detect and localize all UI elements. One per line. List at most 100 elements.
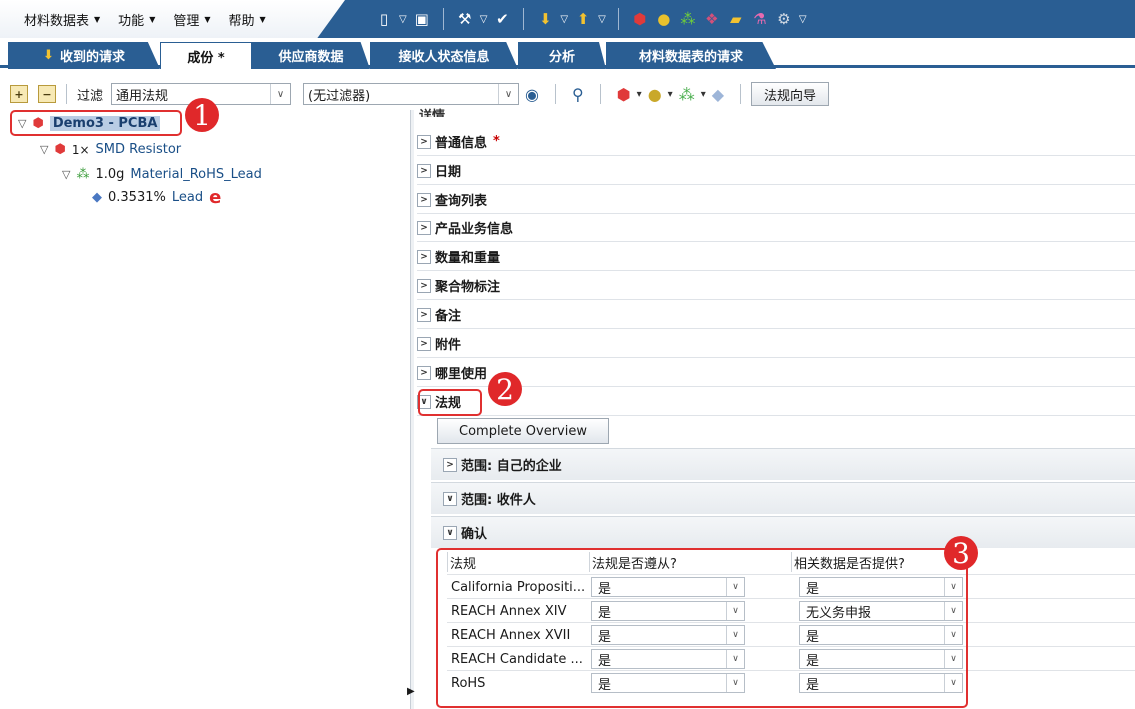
dropdown-icon[interactable]: ▽	[399, 14, 407, 25]
menu-material-data-sheet[interactable]: 材料数据表 ▼	[24, 10, 100, 29]
material-icon: ⁂	[76, 167, 90, 182]
callout-highlight-root	[10, 110, 182, 136]
section-label: 产品业务信息	[435, 222, 514, 237]
section-label: 哪里使用	[435, 367, 488, 382]
subsection-label: 范围: 收件人	[461, 493, 536, 508]
expand-toggle-icon[interactable]: ▽	[62, 168, 70, 181]
section-notes[interactable]: > 备注	[417, 301, 1135, 329]
subsection-label: 范围: 自己的企业	[461, 459, 562, 474]
chevron-right-icon: >	[417, 220, 431, 235]
dropdown-icon[interactable]: ▽	[799, 14, 807, 25]
substance-group-icon[interactable]: ❖	[703, 10, 721, 28]
secondary-filter-select[interactable]: (无过滤器) ∨	[303, 83, 520, 105]
tab-analysis[interactable]: 分析	[518, 42, 606, 69]
tab-label: 收到的请求	[59, 50, 125, 65]
expand-all-icon[interactable]: +	[10, 85, 28, 103]
folder-icon[interactable]: ▰	[727, 10, 745, 28]
section-general-info[interactable]: > 普通信息 *	[417, 128, 1135, 156]
menu-admin[interactable]: 管理 ▼	[173, 10, 210, 29]
tree-node-substance[interactable]: ◆ 0.3531% Lead e	[92, 186, 222, 208]
section-label: 附件	[435, 338, 462, 353]
subsection-confirm[interactable]: ∨ 确认	[431, 516, 1135, 548]
add-substance-icon[interactable]: ◆	[712, 85, 724, 104]
check-document-icon[interactable]: ✔	[493, 10, 511, 28]
pane-splitter[interactable]	[410, 110, 414, 709]
tree-node-component[interactable]: ▽ ⬢ 1× SMD Resistor	[40, 142, 181, 157]
section-product-business[interactable]: > 产品业务信息	[417, 214, 1135, 242]
subsection-own-company[interactable]: > 范围: 自己的企业	[431, 448, 1135, 480]
dropdown-icon[interactable]: ▾	[637, 89, 642, 100]
regulation-wizard-button[interactable]: 法规向导	[751, 82, 830, 106]
add-material-icon[interactable]: ⁂	[679, 85, 695, 104]
filter-toolbar: + − 过滤 通用法规 ∨ (无过滤器) ∨ ◉ ⚲ ⬢ ▾ ● ▾ ⁂ ▾ ◆…	[0, 79, 1135, 109]
section-quantity-weight[interactable]: > 数量和重量	[417, 243, 1135, 271]
separator	[442, 8, 444, 30]
tree-node-label: SMD Resistor	[95, 142, 182, 157]
upload-icon[interactable]: ⬆	[574, 10, 592, 28]
chevron-right-icon: >	[417, 134, 431, 149]
save-icon[interactable]: ▣	[413, 10, 431, 28]
chevron-down-icon: ∨	[498, 84, 518, 104]
callout-highlight-table	[436, 548, 968, 708]
caret-down-icon: ▼	[204, 14, 211, 24]
add-semi-component-icon[interactable]: ●	[648, 85, 662, 104]
complete-overview-button[interactable]: Complete Overview	[437, 418, 609, 444]
component-icon[interactable]: ⬢	[631, 10, 649, 28]
chevron-right-icon: >	[417, 163, 431, 178]
expand-toggle-icon[interactable]: ▽	[40, 143, 48, 156]
search-icon[interactable]: ⚲	[572, 85, 584, 104]
section-where-used[interactable]: > 哪里使用	[417, 359, 1135, 387]
tab-supplier-data[interactable]: 供应商数据	[252, 42, 370, 69]
gear-icon[interactable]: ⚙	[775, 10, 793, 28]
menu-label: 功能	[118, 13, 145, 29]
callout-badge-2: 2	[488, 372, 522, 406]
button-label: 法规向导	[764, 88, 817, 104]
tab-recipient-status[interactable]: 接收人状态信息	[370, 42, 518, 69]
dropdown-icon[interactable]: ▽	[598, 14, 606, 25]
tree-node-label: Lead	[171, 190, 204, 205]
tree-node-label: Material_RoHS_Lead	[130, 167, 262, 182]
tree-node-material[interactable]: ▽ ⁂ 1.0g Material_RoHS_Lead	[62, 167, 262, 182]
dropdown-icon[interactable]: ▽	[560, 14, 568, 25]
semi-component-icon[interactable]: ●	[655, 10, 673, 28]
tab-label: 接收人状态信息	[398, 50, 490, 65]
tab-bar: ⬇ 收到的请求 成份 * 供应商数据 接收人状态信息 分析 材料数据表的请求	[0, 38, 1135, 69]
splitter-arrow-icon[interactable]: ▶	[407, 686, 415, 697]
eye-icon[interactable]: ◉	[525, 85, 539, 104]
subsection-recipient[interactable]: ∨ 范围: 收件人	[431, 482, 1135, 514]
section-attachments[interactable]: > 附件	[417, 330, 1135, 358]
section-dates[interactable]: > 日期	[417, 157, 1135, 185]
quantity: 0.3531%	[108, 190, 166, 205]
menu-functions[interactable]: 功能 ▼	[118, 10, 155, 29]
chevron-right-icon: >	[443, 457, 457, 472]
download-icon[interactable]: ⬇	[536, 10, 554, 28]
menu-help[interactable]: 帮助 ▼	[229, 10, 266, 29]
main-toolbar: ▯ ▽ ▣ ⚒ ▽ ✔ ⬇ ▽ ⬆ ▽ ⬢ ● ⁂ ❖ ▰ ⚗ ⚙ ▽	[375, 0, 807, 38]
tab-composition[interactable]: 成份 *	[160, 42, 252, 69]
menu-label: 材料数据表	[24, 13, 90, 29]
section-polymer-marking[interactable]: > 聚合物标注	[417, 272, 1135, 300]
section-query-list[interactable]: > 查询列表	[417, 186, 1135, 214]
section-regulations[interactable]: ∨ 法规	[417, 388, 1135, 416]
tab-label: 供应商数据	[278, 50, 344, 65]
composition-tree: ▽ ⬢ Demo3 - PCBA ▽ ⬢ 1× SMD Resistor ▽ ⁂…	[0, 110, 410, 709]
section-label: 查询列表	[435, 194, 488, 209]
dropdown-icon[interactable]: ▽	[480, 14, 488, 25]
exemption-marker-icon: e	[209, 186, 222, 208]
stamp-icon[interactable]: ⚒	[456, 10, 474, 28]
menu-label: 管理	[173, 13, 200, 29]
section-label: 聚合物标注	[435, 280, 501, 295]
new-document-icon[interactable]: ▯	[375, 10, 393, 28]
quantity: 1×	[71, 142, 90, 157]
main-menu: 材料数据表 ▼ 功能 ▼ 管理 ▼ 帮助 ▼	[0, 0, 345, 38]
chevron-right-icon: >	[417, 278, 431, 293]
dropdown-icon[interactable]: ▾	[701, 89, 706, 100]
dropdown-icon[interactable]: ▾	[668, 89, 673, 100]
tab-received-requests[interactable]: ⬇ 收到的请求	[8, 42, 160, 69]
collapse-all-icon[interactable]: −	[38, 85, 56, 103]
add-component-icon[interactable]: ⬢	[617, 85, 631, 104]
flask-icon[interactable]: ⚗	[751, 10, 769, 28]
select-value: (无过滤器)	[308, 88, 371, 104]
tab-mds-requests[interactable]: 材料数据表的请求	[606, 42, 776, 69]
material-icon[interactable]: ⁂	[679, 10, 697, 28]
